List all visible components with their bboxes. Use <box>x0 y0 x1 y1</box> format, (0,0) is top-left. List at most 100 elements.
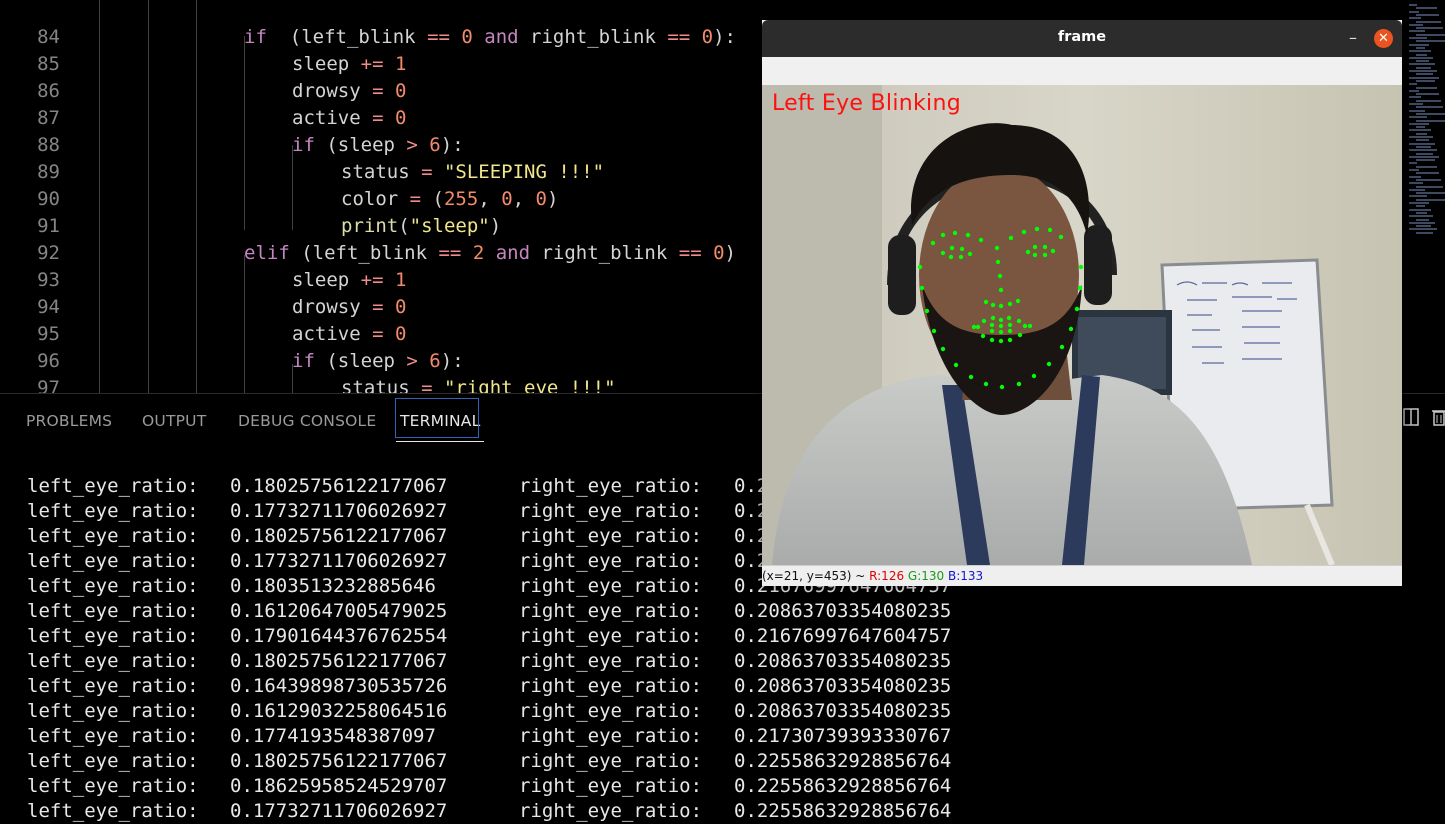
landmark-point <box>967 251 973 257</box>
minimap-line <box>1409 175 1421 178</box>
minimap-line <box>1409 37 1427 39</box>
minimap-line <box>1416 27 1443 30</box>
minimap-line <box>1409 96 1421 99</box>
code-line: elif (left_blink == 2 and right_blink ==… <box>244 242 736 264</box>
minimap-line <box>1409 17 1421 20</box>
code-line: if (left_blink == 0 and right_blink == 0… <box>244 26 736 48</box>
left-eye-label: left_eye_ratio: <box>27 800 199 822</box>
line-number: 86 <box>37 80 60 102</box>
landmark-point <box>958 254 964 260</box>
landmark-point <box>1047 227 1053 233</box>
right-eye-label: right_eye_ratio: <box>519 700 703 722</box>
landmark-point <box>1032 244 1038 250</box>
right-eye-label: right_eye_ratio: <box>519 550 703 572</box>
minimap-line <box>1416 60 1429 63</box>
left-eye-value: 0.1774193548387097 <box>230 725 436 747</box>
landmark-point <box>1031 373 1037 379</box>
right-eye-label: right_eye_ratio: <box>519 475 703 497</box>
minimap-line <box>1416 66 1431 69</box>
tab-problems[interactable]: PROBLEMS <box>26 412 112 430</box>
right-eye-value: 0.22558632928856764 <box>734 750 952 772</box>
line-number: 95 <box>37 323 60 345</box>
tab-debug-console[interactable]: DEBUG CONSOLE <box>238 412 376 430</box>
line-number: 85 <box>37 53 60 75</box>
landmark-point <box>1042 244 1048 250</box>
code-line: if (sleep > 6): <box>292 350 464 372</box>
minimap-line <box>1416 106 1443 109</box>
landmark-point <box>1074 306 1080 312</box>
camera-feed[interactable]: Left Eye Blinking <box>762 85 1402 565</box>
landmark-point <box>1025 249 1031 255</box>
landmark-point <box>1058 234 1064 240</box>
minimap-line <box>1409 202 1429 204</box>
right-eye-label: right_eye_ratio: <box>519 775 703 797</box>
landmark-point <box>997 273 1003 279</box>
close-button[interactable]: ✕ <box>1374 29 1393 48</box>
minimap-line <box>1409 50 1431 53</box>
indent-guide <box>196 0 197 393</box>
landmark-point <box>998 338 1004 344</box>
minimap-line <box>1409 182 1423 185</box>
right-eye-label: right_eye_ratio: <box>519 600 703 622</box>
minimap-line <box>1409 76 1439 79</box>
landmark-point <box>980 333 986 339</box>
landmark-point <box>940 250 946 256</box>
minimap-line <box>1416 165 1437 168</box>
window-titlebar[interactable]: frame – ✕ <box>762 20 1402 57</box>
landmark-point <box>998 329 1004 335</box>
line-number: 97 <box>37 377 60 393</box>
minimap-line <box>1409 83 1417 86</box>
left-eye-value: 0.16129032258064516 <box>230 700 448 722</box>
left-eye-value: 0.18625958524529707 <box>230 775 448 797</box>
minimap-line <box>1409 43 1429 46</box>
right-eye-value: 0.21676997647604757 <box>734 625 952 647</box>
minimap-line <box>1409 155 1439 158</box>
indent-guide <box>292 145 293 230</box>
minimap[interactable] <box>1405 0 1445 250</box>
landmark-point <box>1042 252 1048 258</box>
code-line: drowsy = 0 <box>292 296 407 318</box>
minimap-line <box>1416 172 1439 175</box>
left-eye-label: left_eye_ratio: <box>27 775 199 797</box>
right-eye-value: 0.22558632928856764 <box>734 800 952 822</box>
landmark-point <box>959 246 965 252</box>
left-eye-value: 0.1803513232885646 <box>230 575 436 597</box>
minimap-line <box>1416 33 1445 36</box>
landmark-point <box>919 285 925 291</box>
landmark-point <box>999 384 1005 390</box>
minimap-line <box>1416 73 1433 76</box>
code-line: sleep += 1 <box>292 269 407 291</box>
right-eye-label: right_eye_ratio: <box>519 675 703 697</box>
minimap-line <box>1416 99 1441 102</box>
tab-output[interactable]: OUTPUT <box>142 412 206 430</box>
landmark-point <box>1016 318 1022 324</box>
minimap-line <box>1409 221 1435 224</box>
line-number: 84 <box>37 26 60 48</box>
left-eye-label: left_eye_ratio: <box>27 700 199 722</box>
minimap-line <box>1409 169 1419 171</box>
minimap-line <box>1409 116 1427 119</box>
landmark-point <box>965 232 971 238</box>
minimap-line <box>1409 103 1423 105</box>
frame-window: frame – ✕ Left Eye Blinking (x=21, y=453… <box>762 20 1402 586</box>
left-eye-label: left_eye_ratio: <box>27 475 199 497</box>
minimap-line <box>1416 46 1425 49</box>
code-line: sleep += 1 <box>292 53 407 75</box>
minimap-line <box>1416 192 1445 195</box>
pixel-g-value: G:130 <box>907 569 945 583</box>
landmark-point <box>975 324 981 330</box>
trash-icon[interactable] <box>1432 408 1445 428</box>
right-eye-value: 0.20863703354080235 <box>734 650 952 672</box>
split-editor-icon[interactable] <box>1403 408 1421 428</box>
minimize-button[interactable]: – <box>1345 28 1361 48</box>
landmark-point <box>989 328 995 334</box>
landmark-point <box>983 381 989 387</box>
left-eye-value: 0.17732711706026927 <box>230 500 448 522</box>
left-eye-value: 0.18025756122177067 <box>230 475 448 497</box>
minimap-line <box>1409 109 1425 112</box>
landmark-point <box>924 308 930 314</box>
landmark-point <box>994 245 1000 251</box>
landmark-point <box>1046 361 1052 367</box>
landmark-point <box>981 318 987 324</box>
landmark-point <box>998 323 1004 329</box>
